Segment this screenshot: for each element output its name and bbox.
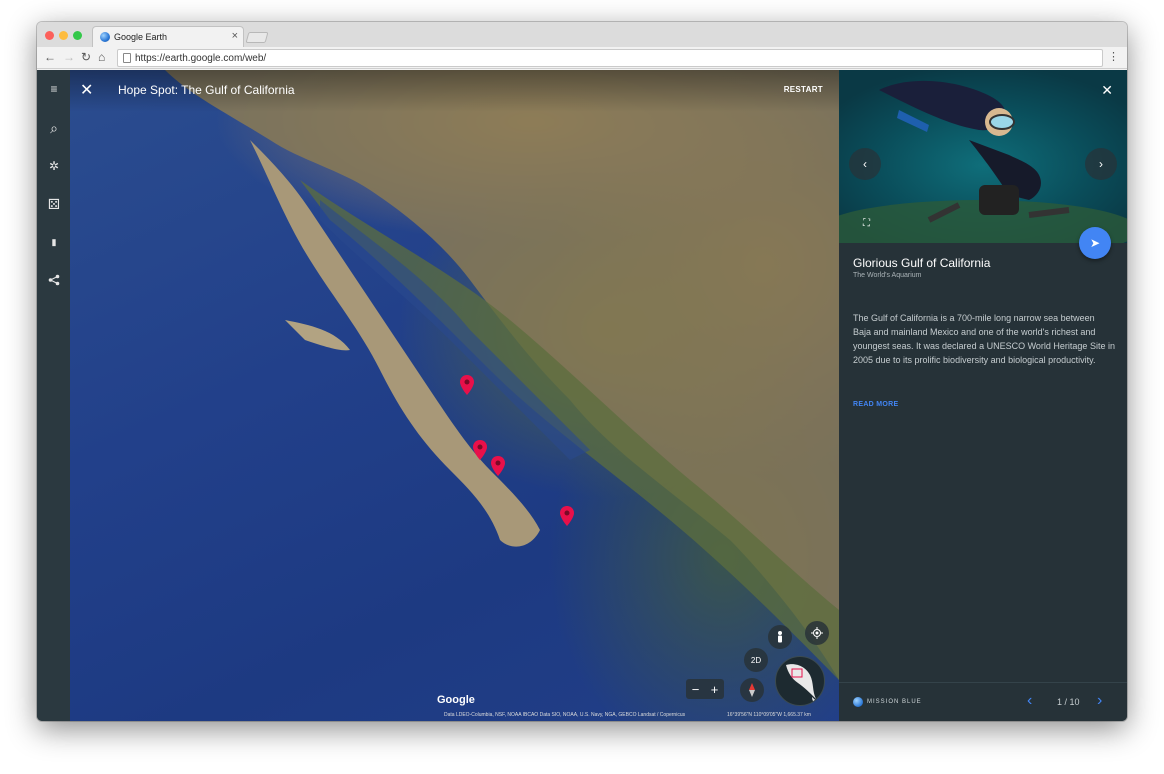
close-window-button[interactable] — [45, 31, 54, 40]
previous-photo-button[interactable]: ‹ — [849, 148, 881, 180]
terrain-layer — [165, 70, 839, 680]
card-title: Glorious Gulf of California — [853, 256, 991, 270]
browser-toolbar: ← → ↻ ⌂ https://earth.google.com/web/ ⋮ — [37, 47, 1127, 69]
mission-blue-globe-icon — [853, 697, 863, 707]
minimize-window-button[interactable] — [59, 31, 68, 40]
next-card-button[interactable]: › — [1097, 692, 1102, 710]
dice-icon[interactable]: ⚄ — [45, 195, 63, 213]
tour-title: Hope Spot: The Gulf of California — [118, 83, 295, 97]
tab-close-icon[interactable]: × — [232, 30, 238, 42]
earth-map-view[interactable]: ✕ Hope Spot: The Gulf of California REST… — [70, 70, 839, 721]
map-attribution: Data LDEO-Columbia, NSF, NOAA IBCAO Data… — [444, 712, 686, 718]
menu-icon[interactable]: ≡ — [45, 80, 63, 98]
camera-coordinates: 16°39'56"N 110°09'05"W 1,665.37 km — [727, 712, 811, 718]
pegman-icon — [778, 631, 782, 643]
home-button[interactable]: ⌂ — [98, 50, 105, 64]
mission-blue-logo: MISSION BLUE — [853, 697, 922, 707]
back-button[interactable]: ← — [44, 50, 56, 64]
restart-button[interactable]: RESTART — [784, 85, 823, 94]
left-rail: ≡ ⌕ ✲ ⚄ ▮ — [37, 70, 70, 721]
url-text: https://earth.google.com/web/ — [135, 53, 267, 64]
browser-window: Google Earth × ← → ↻ ⌂ https://earth.goo… — [37, 22, 1127, 721]
crosshair-icon — [811, 627, 823, 639]
bookmark-icon[interactable]: ▮ — [45, 233, 63, 251]
story-panel: ✕ ‹ › ⛶ ➤ Glorious Gulf of California Th… — [839, 70, 1127, 721]
tab-title: Google Earth — [114, 32, 168, 42]
map-pin-icon[interactable] — [491, 456, 505, 476]
fullscreen-icon[interactable]: ⛶ — [863, 218, 870, 229]
overview-globe[interactable] — [775, 656, 825, 706]
zoom-out-button[interactable]: − — [692, 682, 700, 697]
scuba-diver-image — [839, 80, 1127, 243]
mission-blue-text: MISSION BLUE — [867, 699, 922, 705]
reload-button[interactable]: ↻ — [81, 50, 91, 64]
close-panel-button[interactable]: ✕ — [1101, 82, 1113, 99]
next-photo-button[interactable]: › — [1085, 148, 1117, 180]
share-send-button[interactable]: ➤ — [1079, 227, 1111, 259]
search-icon[interactable]: ⌕ — [45, 119, 63, 137]
voyager-icon[interactable]: ✲ — [45, 157, 63, 175]
map-pin-icon[interactable] — [473, 440, 487, 460]
tab-google-earth[interactable]: Google Earth × — [92, 26, 244, 47]
card-subtitle: The World's Aquarium — [853, 272, 922, 279]
google-logo: Google — [437, 694, 475, 706]
new-tab-button[interactable] — [245, 32, 269, 43]
forward-button[interactable]: → — [63, 50, 75, 64]
google-earth-favicon-icon — [100, 32, 110, 42]
zoom-in-button[interactable]: + — [711, 682, 719, 697]
pegman-button[interactable] — [768, 625, 792, 649]
maximize-window-button[interactable] — [73, 31, 82, 40]
tab-strip: Google Earth × — [37, 22, 1127, 47]
share-icon[interactable] — [45, 271, 63, 289]
diver-photo: ✕ ‹ › ⛶ — [839, 70, 1127, 243]
compass-button[interactable] — [740, 678, 764, 702]
card-counter: 1 / 10 — [1057, 697, 1080, 707]
page-icon — [123, 53, 131, 63]
google-earth-app: ≡ ⌕ ✲ ⚄ ▮ ✕ Hope Spot: The Gulf of Calif… — [37, 70, 1127, 721]
toggle-2d-button[interactable]: 2D — [744, 648, 768, 672]
close-tour-button[interactable]: ✕ — [80, 80, 93, 100]
panel-footer: MISSION BLUE ‹ 1 / 10 › — [839, 682, 1127, 721]
map-pin-icon[interactable] — [560, 506, 574, 526]
compass-icon — [749, 683, 755, 697]
zoom-control: − + — [686, 679, 724, 699]
card-description: The Gulf of California is a 700-mile lon… — [853, 313, 1115, 365]
previous-card-button[interactable]: ‹ — [1027, 692, 1032, 710]
map-pin-icon[interactable] — [460, 375, 474, 395]
my-location-button[interactable] — [805, 621, 829, 645]
globe-icon — [786, 664, 821, 705]
read-more-link[interactable]: READ MORE — [853, 401, 898, 408]
address-bar[interactable]: https://earth.google.com/web/ — [117, 49, 1103, 67]
browser-menu-button[interactable]: ⋮ — [1108, 50, 1119, 63]
